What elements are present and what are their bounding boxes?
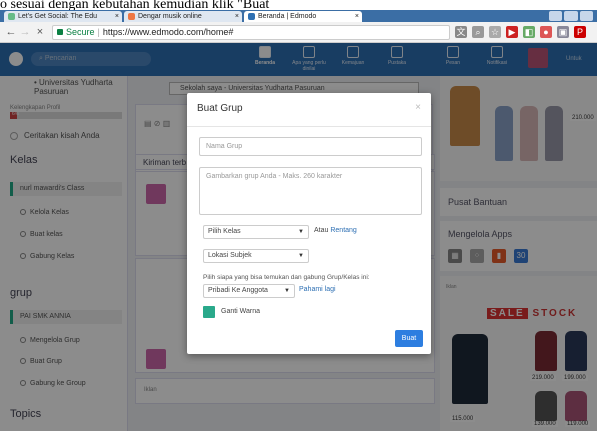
translate-icon[interactable]: 文 xyxy=(455,26,467,38)
close-icon[interactable]: × xyxy=(355,11,359,22)
pinterest-icon[interactable]: P xyxy=(574,26,586,38)
back-icon[interactable]: ← xyxy=(4,25,18,39)
caption-text: o sesuai dengan kebutahan kemudian klik … xyxy=(0,0,597,10)
extension-gray-icon[interactable]: ▣ xyxy=(557,26,569,38)
extension-icons: 文 ⌕ ☆ ▶ ◧ ● ▣ P xyxy=(455,26,586,38)
privacy-select[interactable]: Pribadi Ke Anggota ▼ xyxy=(203,284,295,298)
google-icon xyxy=(8,13,15,20)
minimize-button[interactable] xyxy=(549,11,563,21)
chevron-down-icon: ▼ xyxy=(284,288,290,294)
change-color-link[interactable]: Ganti Warna xyxy=(221,308,260,315)
create-group-modal: Buat Grup × Nama Grup Gambarkan grup And… xyxy=(187,93,431,354)
privacy-select-value: Pribadi Ke Anggota xyxy=(208,287,268,294)
tab-edmodo[interactable]: Beranda | Edmodo × xyxy=(244,11,362,22)
chevron-down-icon: ▼ xyxy=(298,229,304,235)
color-swatch[interactable] xyxy=(203,306,215,318)
window-controls xyxy=(549,11,593,21)
music-icon xyxy=(128,13,135,20)
tab-label: Dengar musik online xyxy=(138,13,202,20)
create-button[interactable]: Buat xyxy=(395,330,423,347)
group-description-input[interactable]: Gambarkan grup Anda - Maks. 260 karakter xyxy=(199,167,422,215)
browser-tab-bar: Let's Get Social: The Edu × Dengar musik… xyxy=(0,10,597,22)
secure-label: Secure xyxy=(66,27,95,37)
subject-select[interactable]: Lokasi Subjek ▼ xyxy=(203,249,309,263)
class-select[interactable]: Pilih Kelas ▼ xyxy=(203,225,309,239)
learn-more-link[interactable]: Pahami lagi xyxy=(299,286,336,293)
forward-icon[interactable]: → xyxy=(18,25,32,39)
tab-label: Beranda | Edmodo xyxy=(258,13,317,20)
class-select-value: Pilih Kelas xyxy=(208,228,241,235)
group-name-input[interactable]: Nama Grup xyxy=(199,137,422,156)
subject-select-value: Lokasi Subjek xyxy=(208,252,252,259)
close-icon[interactable]: × xyxy=(235,11,239,22)
modal-header: Buat Grup × xyxy=(187,93,431,127)
url-text: https://www.edmodo.com/home# xyxy=(102,27,234,37)
modal-title: Buat Grup xyxy=(197,103,243,114)
zoom-icon[interactable]: ⌕ xyxy=(472,26,484,38)
chevron-down-icon: ▼ xyxy=(298,253,304,259)
close-icon[interactable]: × xyxy=(115,11,119,22)
atau-text: Atau Rentang xyxy=(314,227,357,234)
url-input[interactable]: Secure | https://www.edmodo.com/home# xyxy=(52,25,450,40)
extension-green-icon[interactable]: ◧ xyxy=(523,26,535,38)
close-icon[interactable]: × xyxy=(415,102,421,113)
edmodo-icon xyxy=(248,13,255,20)
reload-stop-icon[interactable]: × xyxy=(33,25,47,39)
extension-red-icon[interactable]: ▶ xyxy=(506,26,518,38)
maximize-button[interactable] xyxy=(564,11,578,21)
window-close-button[interactable] xyxy=(579,11,593,21)
tab-label: Let's Get Social: The Edu xyxy=(18,13,98,20)
privacy-label: Pilih siapa yang bisa temukan dan gabung… xyxy=(203,274,370,281)
extension-pink-icon[interactable]: ● xyxy=(540,26,552,38)
atau-label: Atau xyxy=(314,227,329,234)
rentang-link[interactable]: Rentang xyxy=(330,227,356,234)
address-bar: ← → × Secure | https://www.edmodo.com/home… xyxy=(0,22,597,43)
bookmark-star-icon[interactable]: ☆ xyxy=(489,26,501,38)
lock-icon xyxy=(57,29,63,35)
tab-music[interactable]: Dengar musik online × xyxy=(124,11,242,22)
tab-edu[interactable]: Let's Get Social: The Edu × xyxy=(4,11,122,22)
